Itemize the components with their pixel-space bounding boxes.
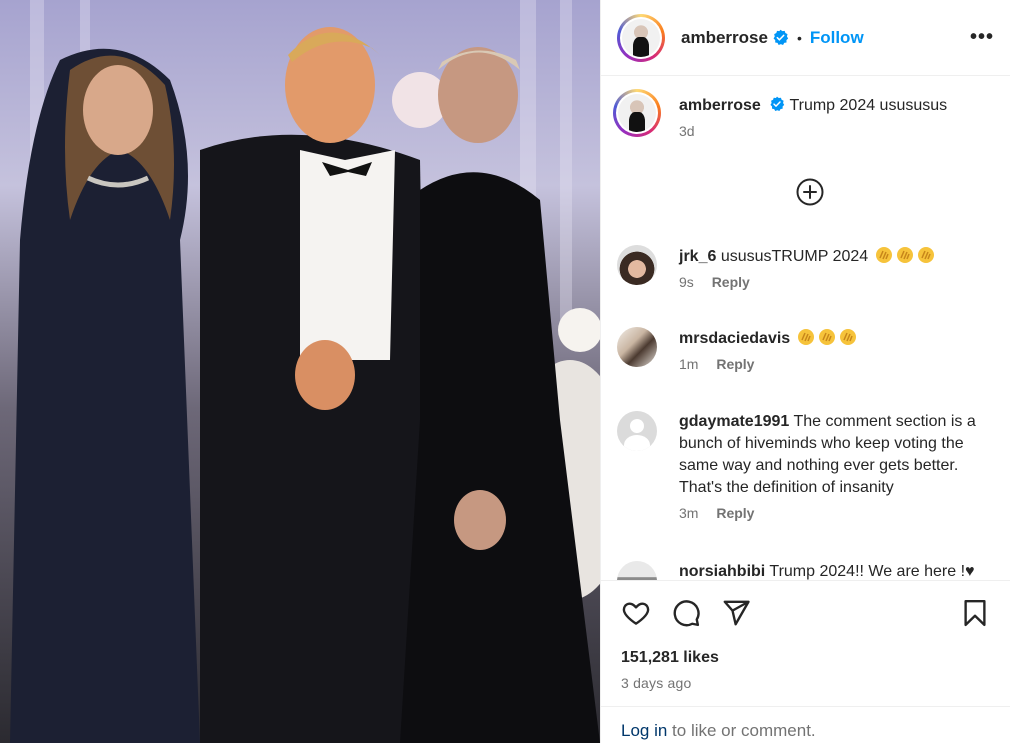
post-photo[interactable] — [0, 0, 600, 743]
comment-row: jrk_6 usususTRUMP 2024 9s Reply — [601, 245, 952, 290]
post-date: 3 days ago — [621, 675, 692, 691]
post-actions: 151,281 likes 3 days ago — [601, 580, 1010, 691]
commenter-avatar[interactable] — [617, 411, 657, 451]
comment-row: mrsdaciedavis 1m Reply — [601, 327, 874, 372]
more-options-icon[interactable]: ••• — [970, 26, 994, 49]
save-bookmark-icon[interactable] — [960, 598, 990, 628]
separator-dot: • — [796, 29, 802, 46]
author-username[interactable]: amberrose — [681, 28, 768, 48]
login-prompt: Log in to like or comment. — [601, 706, 1010, 743]
verified-badge-icon — [773, 29, 789, 45]
comment-username[interactable]: norsiahbibi — [679, 563, 765, 580]
comment-text: Trump 2024!! We are here !♥ — [769, 563, 975, 580]
comment-row: norsiahbibi Trump 2024!! We are here !♥ — [601, 561, 991, 580]
commenter-avatar[interactable] — [617, 561, 657, 580]
clapping-hands-icon — [896, 247, 913, 263]
post-sidebar: amberrose • Follow ••• amberrose Trump 2 — [600, 0, 1010, 743]
post-header: amberrose • Follow ••• — [601, 0, 1010, 76]
clapping-hands-icon — [818, 329, 835, 345]
caption-username[interactable]: amberrose — [679, 97, 761, 114]
caption-row: amberrose Trump 2024 usususus 3d — [601, 89, 963, 139]
comment-time: 3m — [679, 505, 699, 521]
comments-list[interactable]: amberrose Trump 2024 usususus 3d jrk_6 u… — [601, 77, 1010, 580]
comment-bubble-icon[interactable] — [671, 598, 701, 628]
login-prompt-text: to like or comment. — [667, 721, 816, 740]
comment-username[interactable]: gdaymate1991 — [679, 413, 789, 430]
clapping-hands-icon — [839, 329, 856, 345]
reply-button[interactable]: Reply — [716, 356, 754, 372]
comment-username[interactable]: mrsdaciedavis — [679, 330, 790, 347]
comment-username[interactable]: jrk_6 — [679, 248, 716, 265]
comment-text: usususTRUMP 2024 — [720, 248, 869, 265]
photo-illustration — [0, 0, 600, 743]
follow-button[interactable]: Follow — [810, 28, 864, 48]
caption-avatar[interactable] — [613, 89, 661, 137]
load-more-comments-icon[interactable] — [795, 177, 825, 207]
comment-time: 9s — [679, 274, 694, 290]
clapping-hands-icon — [917, 247, 934, 263]
likes-count[interactable]: 151,281 likes — [621, 649, 994, 667]
reply-button[interactable]: Reply — [716, 505, 754, 521]
caption-text: Trump 2024 usususus — [789, 97, 948, 114]
reply-button[interactable]: Reply — [712, 274, 750, 290]
clapping-hands-icon — [875, 247, 892, 263]
comment-row: gdaymate1991 The comment section is a bu… — [601, 411, 1010, 521]
login-link[interactable]: Log in — [621, 721, 667, 740]
caption-time: 3d — [679, 123, 695, 139]
commenter-avatar[interactable] — [617, 245, 657, 285]
author-avatar[interactable] — [617, 13, 665, 62]
share-paper-plane-icon[interactable] — [721, 598, 751, 628]
clapping-hands-icon — [797, 329, 814, 345]
like-heart-icon[interactable] — [621, 598, 651, 628]
commenter-avatar[interactable] — [617, 327, 657, 367]
verified-badge-icon — [770, 96, 785, 111]
comment-time: 1m — [679, 356, 699, 372]
